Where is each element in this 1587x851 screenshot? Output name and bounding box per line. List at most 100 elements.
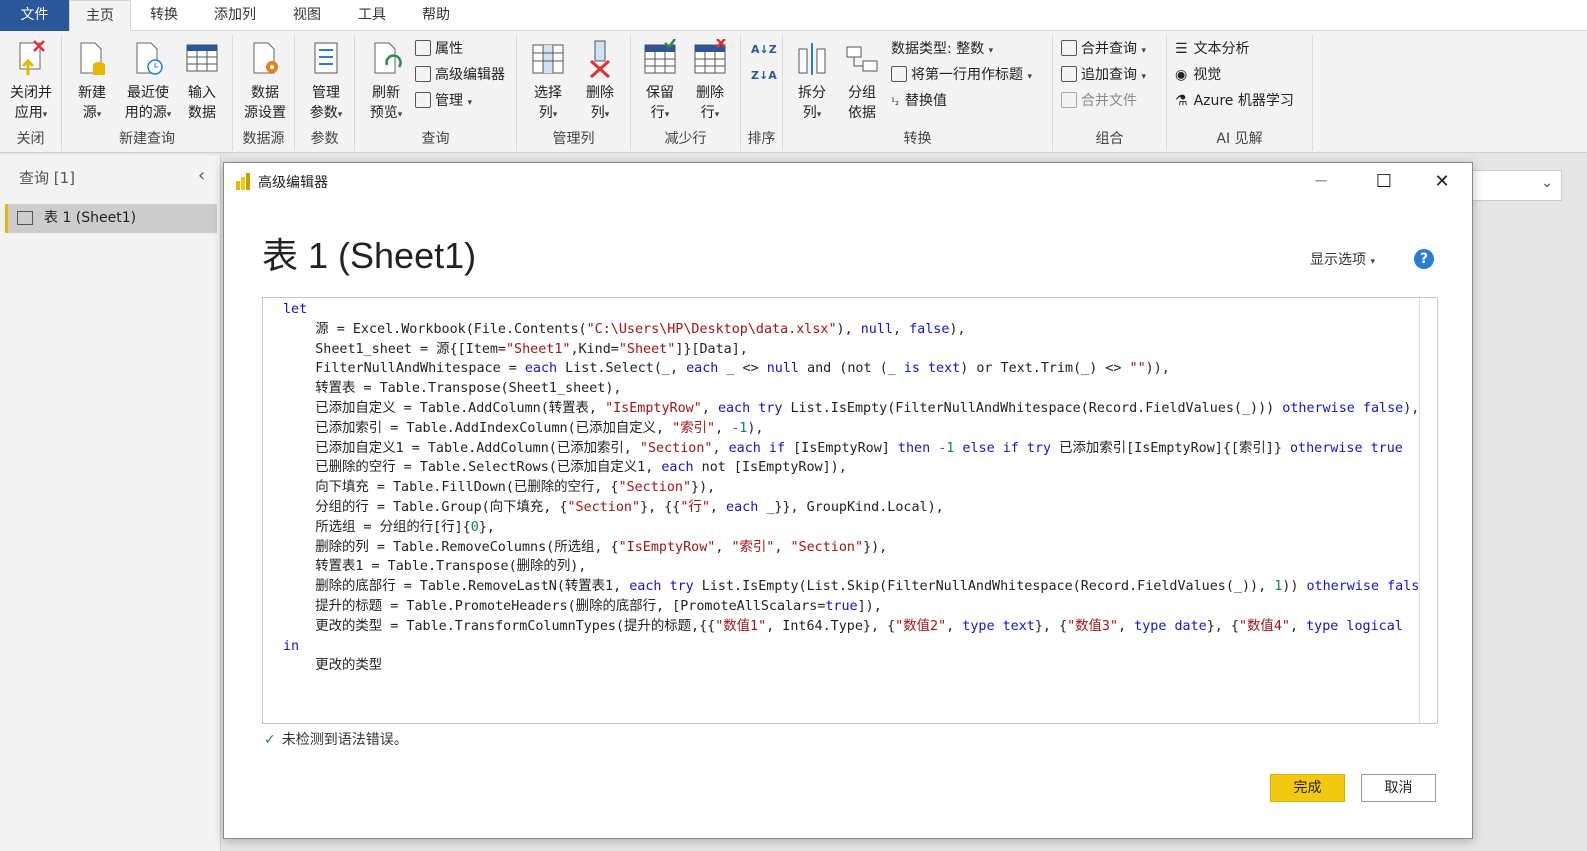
params-icon xyxy=(309,39,343,79)
tab-help[interactable]: 帮助 xyxy=(422,0,450,31)
group-transform: 拆分 列▾ 分组 依据 数据类型: 整数 ▾ 将第一行用作标题 ▾ ¹₂ 替换值 … xyxy=(783,35,1053,151)
text-analytics-icon: ☰ xyxy=(1175,41,1188,57)
group-query: 刷新 预览▾ 属性 高级编辑器 管理 ▾ 查询 xyxy=(355,35,517,151)
query-heading: 表 1 (Sheet1) xyxy=(262,235,477,276)
queries-pane: 查询 [1] ‹ 表 1 (Sheet1) xyxy=(0,155,221,851)
enter-data-button[interactable]: 输入 数据 xyxy=(180,35,224,123)
queries-pane-title: 查询 [1] xyxy=(19,169,76,187)
minimize-button[interactable]: ─ xyxy=(1301,168,1341,196)
keep-rows-icon xyxy=(643,38,677,79)
group-label: 新建查询 xyxy=(119,131,175,147)
done-button[interactable]: 完成 xyxy=(1270,774,1345,802)
advanced-editor-button[interactable]: 高级编辑器 xyxy=(415,63,505,87)
tab-home[interactable]: 主页 xyxy=(69,0,131,32)
editor-scrollbar[interactable] xyxy=(1419,298,1437,723)
split-column-icon xyxy=(795,39,829,79)
code-editor[interactable]: let 源 = Excel.Workbook(File.Contents("C:… xyxy=(262,297,1438,724)
collapse-pane-icon[interactable]: ‹ xyxy=(198,165,205,186)
remove-columns-icon xyxy=(583,39,617,79)
group-by-button[interactable]: 分组 依据 xyxy=(839,35,885,123)
group-label: AI 见解 xyxy=(1216,131,1263,147)
syntax-status: ✓ 未检测到语法错误。 xyxy=(264,732,408,748)
refresh-icon xyxy=(369,39,403,79)
chevron-down-icon: ⌄ xyxy=(1541,175,1553,191)
settings-doc-icon xyxy=(248,39,282,79)
group-combine: 合并查询 ▾ 追加查询 ▾ 合并文件 组合 xyxy=(1053,35,1167,151)
ribbon: 关闭并 应用▾ 关闭 新建 源▾ 最近使 用的源▾ 输入 数据 新建查询 数据 … xyxy=(0,31,1587,153)
new-source-icon xyxy=(75,39,109,79)
dialog-title: 高级编辑器 xyxy=(258,175,328,191)
recent-sources-icon xyxy=(131,39,165,79)
close-apply-button[interactable]: 关闭并 应用▾ xyxy=(4,35,58,125)
m-code[interactable]: let 源 = Excel.Workbook(File.Contents("C:… xyxy=(283,300,1419,676)
data-source-settings-button[interactable]: 数据 源设置 xyxy=(239,35,291,123)
advanced-editor-icon xyxy=(415,66,431,82)
text-analytics-button[interactable]: ☰ 文本分析 xyxy=(1175,37,1250,61)
tab-tools[interactable]: 工具 xyxy=(358,0,386,31)
merge-queries-icon xyxy=(1061,40,1077,56)
group-label: 减少行 xyxy=(664,131,707,147)
group-data-sources: 数据 源设置 数据源 xyxy=(233,35,295,151)
merge-queries-button[interactable]: 合并查询 ▾ xyxy=(1061,37,1146,61)
tab-transform[interactable]: 转换 xyxy=(150,0,178,31)
replace-values-icon: ¹₂ xyxy=(891,97,900,108)
choose-columns-icon xyxy=(531,39,565,79)
group-label: 组合 xyxy=(1095,131,1124,147)
checkmark-icon: ✓ xyxy=(264,732,276,748)
sort-descending-icon: Z↓A xyxy=(751,69,777,82)
tab-file[interactable]: 文件 xyxy=(0,0,69,31)
append-queries-icon xyxy=(1061,66,1077,82)
group-by-icon xyxy=(845,39,879,79)
maximize-button[interactable]: ☐ xyxy=(1364,168,1404,196)
remove-columns-button[interactable]: 删除 列▾ xyxy=(577,35,623,125)
group-label: 参数 xyxy=(310,131,339,147)
vision-button[interactable]: ◉ 视觉 xyxy=(1175,63,1221,87)
tab-view[interactable]: 视图 xyxy=(293,0,321,31)
first-row-header-button[interactable]: 将第一行用作标题 ▾ xyxy=(891,63,1032,87)
split-column-button[interactable]: 拆分 列▾ xyxy=(789,35,835,125)
eye-icon: ◉ xyxy=(1175,67,1188,83)
sort-descending-button[interactable]: Z↓A xyxy=(751,63,777,87)
manage-icon xyxy=(415,92,431,108)
group-label: 转换 xyxy=(903,131,932,147)
group-label: 数据源 xyxy=(242,131,285,147)
formula-bar-expand[interactable]: ⌄ xyxy=(1472,170,1562,201)
group-sort: A↓Z Z↓A 排序 xyxy=(741,35,783,151)
recent-sources-button[interactable]: 最近使 用的源▾ xyxy=(118,35,178,125)
close-apply-icon xyxy=(14,39,48,79)
azure-ml-button[interactable]: ⚗ Azure 机器学习 xyxy=(1175,89,1294,113)
display-options-dropdown[interactable]: 显示选项 ▾ xyxy=(1310,249,1375,269)
advanced-editor-dialog: 高级编辑器 ─ ☐ ✕ 表 1 (Sheet1) 显示选项 ▾ ? let 源 … xyxy=(223,162,1473,839)
data-type-dropdown[interactable]: 数据类型: 整数 ▾ xyxy=(891,37,993,61)
manage-button[interactable]: 管理 ▾ xyxy=(415,89,472,113)
group-label: 排序 xyxy=(747,131,776,147)
remove-rows-button[interactable]: 删除 行▾ xyxy=(687,35,733,125)
power-bi-icon xyxy=(236,173,250,190)
keep-rows-button[interactable]: 保留 行▾ xyxy=(637,35,683,125)
cancel-button[interactable]: 取消 xyxy=(1361,774,1436,802)
first-row-header-icon xyxy=(891,66,907,82)
choose-columns-button[interactable]: 选择 列▾ xyxy=(525,35,571,125)
sort-ascending-button[interactable]: A↓Z xyxy=(751,37,777,61)
combine-files-button[interactable]: 合并文件 xyxy=(1061,89,1137,113)
properties-icon xyxy=(415,40,431,56)
help-icon[interactable]: ? xyxy=(1414,249,1434,269)
manage-params-button[interactable]: 管理 参数▾ xyxy=(301,35,351,125)
query-item[interactable]: 表 1 (Sheet1) xyxy=(5,204,217,233)
sort-ascending-icon: A↓Z xyxy=(751,43,777,56)
refresh-preview-button[interactable]: 刷新 预览▾ xyxy=(361,35,411,125)
group-label: 查询 xyxy=(421,131,450,147)
replace-values-button[interactable]: ¹₂ 替换值 xyxy=(891,89,947,113)
ribbon-tab-bar: 文件 主页 转换 添加列 视图 工具 帮助 xyxy=(0,0,1587,32)
group-label: 管理列 xyxy=(552,131,595,147)
combine-files-icon xyxy=(1061,92,1077,108)
close-button[interactable]: ✕ xyxy=(1422,168,1462,196)
new-source-button[interactable]: 新建 源▾ xyxy=(70,35,114,125)
query-item-label: 表 1 (Sheet1) xyxy=(44,210,137,226)
properties-button[interactable]: 属性 xyxy=(415,37,463,61)
tab-add-column[interactable]: 添加列 xyxy=(214,0,256,31)
table-icon xyxy=(17,211,33,225)
append-queries-button[interactable]: 追加查询 ▾ xyxy=(1061,63,1146,87)
group-manage-columns: 选择 列▾ 删除 列▾ 管理列 xyxy=(517,35,631,151)
group-ai: ☰ 文本分析 ◉ 视觉 ⚗ Azure 机器学习 AI 见解 xyxy=(1167,35,1313,151)
